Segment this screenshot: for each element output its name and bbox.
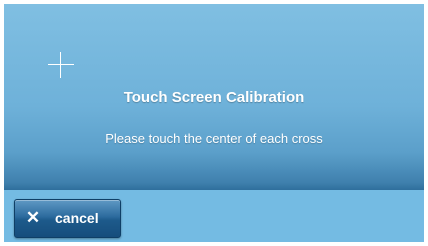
close-icon: ✕ [25,208,41,227]
footer-bar: ✕ cancel [4,190,424,242]
cancel-button-label: cancel [55,210,99,226]
cancel-button[interactable]: ✕ cancel [14,199,121,238]
calibration-panel: Touch Screen Calibration Please touch th… [4,4,424,190]
instruction-text: Please touch the center of each cross [105,131,323,146]
page-title: Touch Screen Calibration [123,89,305,106]
crosshair-icon[interactable] [48,52,74,78]
calibration-screen: Touch Screen Calibration Please touch th… [4,4,424,242]
